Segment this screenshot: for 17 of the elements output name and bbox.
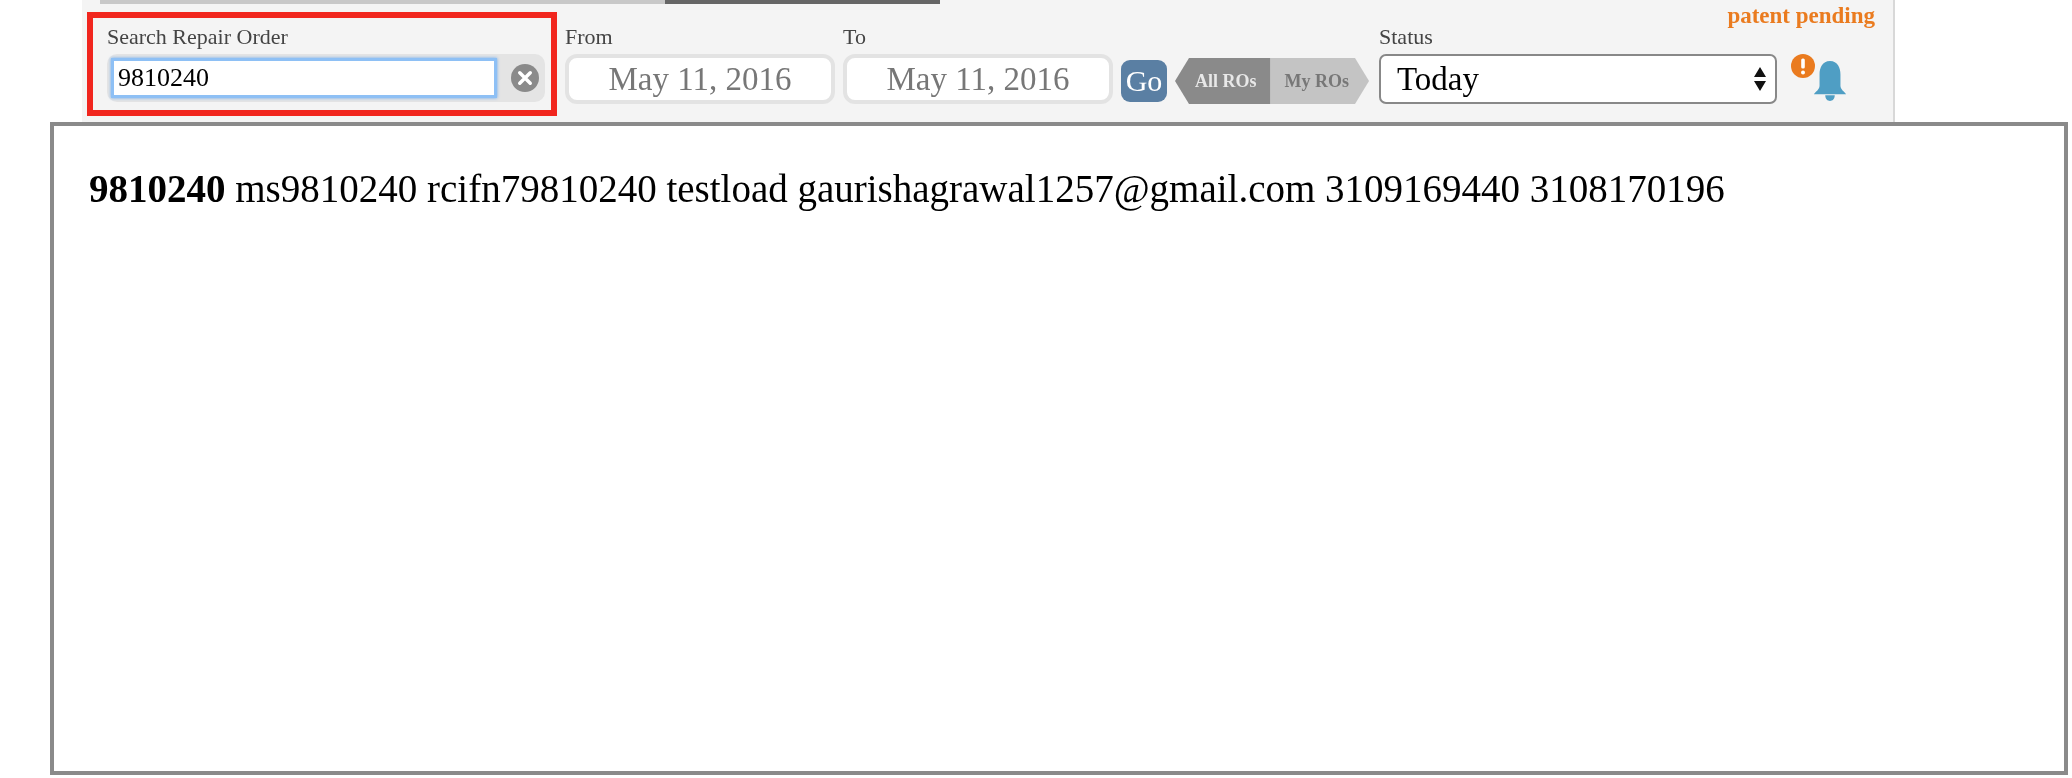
- search-field[interactable]: 9810240: [111, 58, 497, 98]
- go-button[interactable]: Go: [1121, 60, 1167, 102]
- result-item[interactable]: 9810240 ms9810240 rcifn79810240 testload gaurishagrawal1257@gmail.com 3109169440 3108170196: [89, 166, 1725, 211]
- status-label: Status: [1379, 24, 1434, 50]
- updown-arrows-icon: [1753, 66, 1767, 92]
- from-date-field[interactable]: May 11, 2016: [565, 54, 835, 104]
- alert-icon: [1791, 54, 1815, 78]
- bell-icon[interactable]: [1811, 58, 1849, 102]
- clear-icon[interactable]: [511, 64, 539, 92]
- status-select[interactable]: Today: [1379, 54, 1777, 104]
- ro-filter-tab[interactable]: My ROs: [1270, 58, 1369, 104]
- search-label: Search Repair Order: [107, 24, 289, 50]
- from-label: From: [565, 24, 614, 50]
- to-date-field[interactable]: May 11, 2016: [843, 54, 1113, 104]
- to-label: To: [843, 24, 867, 50]
- patent-notice: patent pending: [1727, 3, 1875, 29]
- ro-filter-tab[interactable]: All ROs: [1175, 58, 1271, 104]
